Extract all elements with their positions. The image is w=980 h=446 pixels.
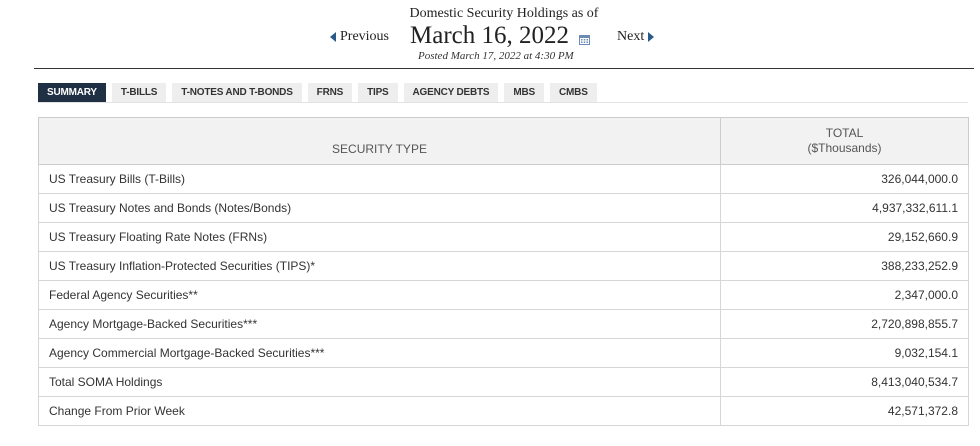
- next-link[interactable]: Next: [617, 29, 655, 45]
- security-type-cell: Total SOMA Holdings: [38, 367, 721, 397]
- column-header-total-unit: ($Thousands): [807, 141, 882, 155]
- security-type-cell: US Treasury Floating Rate Notes (FRNs): [38, 222, 721, 252]
- page-title: Domestic Security Holdings as of: [409, 6, 599, 21]
- tab-t-bills[interactable]: T-BILLS: [111, 83, 167, 102]
- security-type-cell: Agency Commercial Mortgage-Backed Securi…: [38, 338, 721, 368]
- security-type-cell: US Treasury Notes and Bonds (Notes/Bonds…: [38, 193, 721, 223]
- tab-frns[interactable]: FRNS: [307, 83, 353, 102]
- total-cell: 326,044,000.0: [720, 164, 969, 194]
- previous-link[interactable]: Previous: [330, 29, 389, 45]
- security-type-cell: Federal Agency Securities**: [38, 280, 721, 310]
- page-header: Domestic Security Holdings as of Previou…: [0, 0, 980, 70]
- header-divider: [34, 68, 974, 69]
- table-row: Agency Mortgage-Backed Securities*** 2,7…: [38, 309, 969, 339]
- triangle-left-icon: [330, 32, 336, 42]
- posted-timestamp: Posted March 17, 2022 at 4:30 PM: [418, 50, 574, 62]
- table-row: US Treasury Notes and Bonds (Notes/Bonds…: [38, 193, 969, 223]
- security-type-cell: Change From Prior Week: [38, 396, 721, 426]
- security-type-cell: US Treasury Bills (T-Bills): [38, 164, 721, 194]
- security-type-cell: Agency Mortgage-Backed Securities***: [38, 309, 721, 339]
- table-row: Change From Prior Week 42,571,372.8: [38, 396, 969, 426]
- tab-t-notes-and-t-bonds[interactable]: T-NOTES AND T-BONDS: [172, 83, 302, 102]
- security-tabs: SUMMARY T-BILLS T-NOTES AND T-BONDS FRNS…: [38, 83, 597, 103]
- table-row: US Treasury Inflation-Protected Securiti…: [38, 251, 969, 281]
- table-row: Federal Agency Securities** 2,347,000.0: [38, 280, 969, 310]
- next-label: Next: [617, 29, 645, 44]
- table-row: Total SOMA Holdings 8,413,040,534.7: [38, 367, 969, 397]
- triangle-right-icon: [648, 32, 655, 42]
- total-cell: 42,571,372.8: [720, 396, 969, 426]
- total-cell: 29,152,660.9: [720, 222, 969, 252]
- tab-agency-debts[interactable]: AGENCY DEBTS: [403, 83, 499, 102]
- table-row: US Treasury Bills (T-Bills) 326,044,000.…: [38, 164, 969, 194]
- total-cell: 8,413,040,534.7: [720, 367, 969, 397]
- total-cell: 9,032,154.1: [720, 338, 969, 368]
- total-cell: 388,233,252.9: [720, 251, 969, 281]
- tab-cmbs[interactable]: CMBS: [550, 83, 597, 102]
- column-header-total: TOTAL ($Thousands): [720, 117, 969, 165]
- column-header-security-type: SECURITY TYPE: [38, 117, 721, 165]
- column-header-total-label: TOTAL: [825, 126, 864, 140]
- total-cell: 2,347,000.0: [720, 280, 969, 310]
- table-row: US Treasury Floating Rate Notes (FRNs) 2…: [38, 222, 969, 252]
- table-header-row: SECURITY TYPE TOTAL ($Thousands): [38, 117, 969, 165]
- table-row: Agency Commercial Mortgage-Backed Securi…: [38, 338, 969, 368]
- tab-summary[interactable]: SUMMARY: [38, 83, 106, 102]
- tab-tips[interactable]: TIPS: [358, 83, 398, 102]
- holdings-table: SECURITY TYPE TOTAL ($Thousands) US Trea…: [38, 117, 969, 426]
- total-cell: 4,937,332,611.1: [720, 193, 969, 223]
- holdings-date: March 16, 2022: [410, 22, 569, 49]
- tab-mbs[interactable]: MBS: [504, 83, 545, 102]
- tabs-divider: [38, 102, 968, 103]
- total-cell: 2,720,898,855.7: [720, 309, 969, 339]
- previous-label: Previous: [340, 29, 389, 44]
- security-type-cell: US Treasury Inflation-Protected Securiti…: [38, 251, 721, 281]
- calendar-icon[interactable]: [579, 34, 590, 45]
